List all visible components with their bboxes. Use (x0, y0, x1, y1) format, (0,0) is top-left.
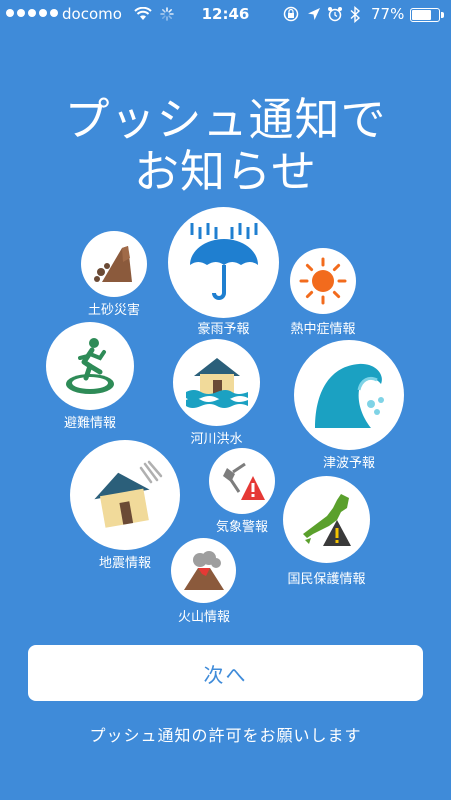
category-label-river-flood: 河川洪水 (190, 432, 243, 447)
status-bar: docomo 12:46 77% (0, 0, 451, 30)
category-label-heavy-rain: 豪雨予報 (197, 322, 250, 337)
category-volcano (171, 538, 236, 603)
flood-house-icon (185, 357, 248, 408)
category-label-evacuation: 避難情報 (63, 416, 116, 431)
volcano-icon (183, 550, 224, 590)
category-label-civil-protection: 国民保護情報 (287, 572, 366, 587)
screen-lock-icon (283, 6, 299, 26)
bluetooth-icon (349, 5, 361, 27)
sun-icon (299, 257, 347, 305)
tsunami-wave-icon (315, 363, 384, 428)
location-arrow-icon (307, 6, 321, 26)
landslide-icon (94, 246, 132, 282)
title-line-2: お知らせ (133, 145, 318, 198)
category-weather-warning (209, 448, 275, 514)
category-civil-protection (283, 476, 370, 563)
alarm-icon (327, 6, 343, 26)
category-tsunami (294, 340, 404, 450)
permission-request-text: プッシュ通知の許可をお願いします (89, 726, 362, 745)
evacuation-runner-icon (66, 338, 114, 394)
category-heavy-rain (168, 207, 279, 318)
category-label-tsunami: 津波予報 (322, 456, 375, 471)
category-label-earthquake: 地震情報 (98, 556, 151, 571)
umbrella-rain-icon (189, 222, 258, 300)
category-label-volcano: 火山情報 (177, 610, 230, 625)
category-earthquake (70, 440, 180, 550)
next-button[interactable]: 次へ (28, 645, 423, 701)
battery-percentage: 77% (371, 5, 405, 23)
category-heatstroke (290, 248, 356, 314)
category-evacuation (46, 322, 134, 410)
weather-warning-icon (223, 462, 265, 500)
title-line-1: プッシュ通知で (64, 93, 387, 146)
category-landslide (81, 231, 147, 297)
category-label-weather-warning: 気象警報 (215, 520, 268, 535)
japan-map-warning-icon (302, 493, 351, 546)
battery-icon (410, 8, 444, 22)
page-title: プッシュ通知で お知らせ (0, 94, 451, 198)
category-label-landslide: 土砂災害 (87, 303, 140, 318)
category-label-heatstroke: 熱中症情報 (290, 322, 356, 337)
earthquake-house-icon (94, 460, 163, 528)
category-river-flood (173, 339, 260, 426)
